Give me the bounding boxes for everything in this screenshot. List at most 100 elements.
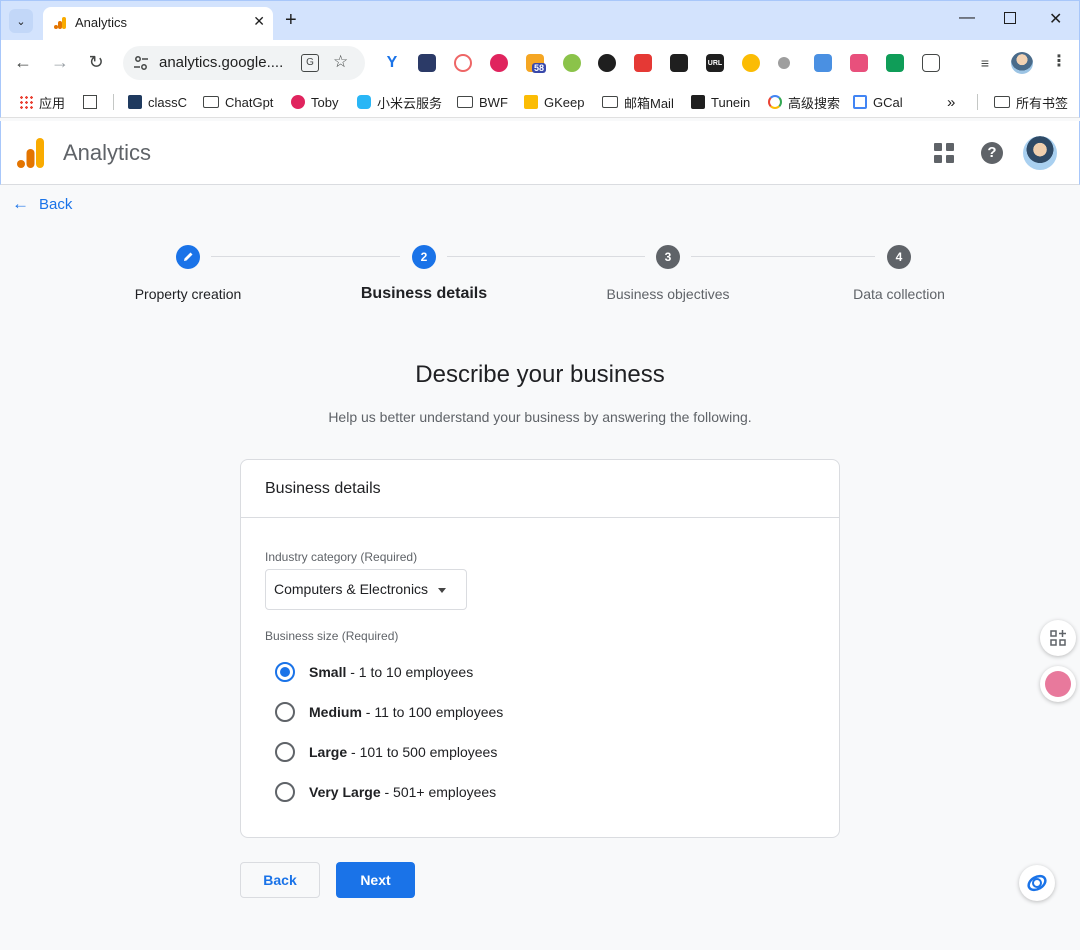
step-connector xyxy=(691,256,875,257)
bookmark-label: classC xyxy=(148,94,188,110)
translate-icon[interactable]: G xyxy=(301,54,319,72)
industry-category-select[interactable]: Computers & Electronics xyxy=(265,569,467,610)
size-option-small[interactable]: Small - 1 to 10 employees xyxy=(275,660,473,684)
bookmark-advanced-search[interactable]: 高级搜索 xyxy=(768,92,840,112)
app-name[interactable]: Analytics xyxy=(63,140,151,166)
extension-tab-icon[interactable] xyxy=(670,54,688,72)
radio-button[interactable] xyxy=(275,782,295,802)
next-button[interactable]: Next xyxy=(336,862,415,898)
browser-profile-avatar[interactable] xyxy=(1011,52,1033,74)
extension-gauge-icon[interactable] xyxy=(742,54,760,72)
size-option-medium[interactable]: Medium - 11 to 100 employees xyxy=(275,700,503,724)
size-option-large[interactable]: Large - 101 to 500 employees xyxy=(275,740,497,764)
bookmark-separator xyxy=(113,94,114,110)
address-bar[interactable]: analytics.google.... G ☆ xyxy=(123,46,365,80)
extension-flag-icon[interactable] xyxy=(634,54,652,72)
radio-button-checked[interactable] xyxy=(275,662,295,682)
google-g-icon xyxy=(768,95,782,109)
tab-close-icon[interactable]: ✕ xyxy=(253,13,265,30)
back-button[interactable]: Back xyxy=(240,862,320,898)
floating-translate-icon[interactable] xyxy=(1040,666,1076,702)
extensions-puzzle-icon[interactable] xyxy=(922,54,940,72)
new-tab-icon[interactable]: + xyxy=(285,9,297,31)
extension-rss-icon[interactable]: 58 xyxy=(526,54,547,73)
media-control-icon[interactable]: ≡ xyxy=(976,54,994,72)
step-4-label: Data collection xyxy=(853,286,945,302)
extension-translate-icon[interactable] xyxy=(850,54,868,72)
tab-title: Analytics xyxy=(75,15,128,30)
site-info-icon[interactable] xyxy=(133,55,149,71)
back-nav-icon[interactable]: ← xyxy=(13,52,33,72)
extension-s-icon[interactable] xyxy=(598,54,616,72)
bookmark-tunein[interactable]: Tunein xyxy=(691,92,750,112)
browser-tab[interactable]: Analytics ✕ xyxy=(43,7,273,41)
step-3-circle: 3 xyxy=(656,245,680,269)
extension-toby-icon[interactable] xyxy=(490,54,508,72)
browser-menu-icon[interactable]: ⋮ xyxy=(1051,51,1067,71)
extension-y-icon[interactable]: Y xyxy=(383,54,401,72)
radio-button[interactable] xyxy=(275,702,295,722)
apps-dots-icon xyxy=(19,95,33,109)
extension-cloud-icon[interactable] xyxy=(814,54,832,72)
apps-grid-icon[interactable] xyxy=(934,143,954,163)
step-2-label: Business details xyxy=(360,285,488,302)
bookmark-mail[interactable]: 邮箱Mail xyxy=(602,92,674,112)
step-1-label[interactable]: Property creation xyxy=(135,286,242,302)
bookmark-bwf[interactable]: BWF xyxy=(457,92,508,112)
tab-search-chevron-icon[interactable]: ⌄ xyxy=(9,9,33,33)
extension-bike-icon[interactable] xyxy=(563,54,581,72)
assistant-ring-icon xyxy=(1027,874,1047,892)
industry-label: Industry category (Required) xyxy=(265,550,418,564)
step-1-edit-icon[interactable] xyxy=(176,245,200,269)
bookmark-label: 邮箱Mail xyxy=(624,95,674,111)
minimize-icon[interactable]: — xyxy=(959,9,975,27)
maximize-icon[interactable] xyxy=(1004,12,1016,24)
back-link-label: Back xyxy=(39,195,73,213)
bookmark-gcal[interactable]: GCal xyxy=(853,92,903,112)
extension-url-icon[interactable]: URL xyxy=(706,54,724,72)
folder-icon xyxy=(457,96,473,108)
cloud-icon xyxy=(357,95,371,109)
bookmark-gkeep[interactable]: GKeep xyxy=(524,92,584,112)
reload-icon[interactable]: ↻ xyxy=(86,52,106,72)
floating-scan-icon[interactable] xyxy=(1040,620,1076,656)
bookmark-chatgpt[interactable]: ChatGpt xyxy=(203,92,273,112)
floating-assistant-icon[interactable] xyxy=(1019,865,1055,901)
extension-pin-icon[interactable] xyxy=(454,54,472,72)
help-icon[interactable]: ? xyxy=(981,142,1003,164)
bookmark-classc[interactable]: classC xyxy=(128,92,187,112)
extension-sheets-icon[interactable] xyxy=(886,54,904,72)
business-size-label: Business size (Required) xyxy=(265,629,399,643)
step-3-label: Business objectives xyxy=(606,286,730,302)
size-option-very-large[interactable]: Very Large - 501+ employees xyxy=(275,780,496,804)
folder-icon xyxy=(994,96,1010,108)
extension-dot-icon[interactable] xyxy=(778,57,790,69)
bookmark-apps[interactable]: 应用 xyxy=(19,92,65,112)
tunein-icon xyxy=(691,95,705,109)
bookmark-label: GCal xyxy=(873,94,903,110)
extension-library-icon[interactable] xyxy=(418,54,436,72)
size-option-name: Large xyxy=(309,744,348,760)
radio-button[interactable] xyxy=(275,742,295,762)
more-bookmarks-icon[interactable]: » xyxy=(947,92,955,112)
arrow-left-icon: ← xyxy=(12,194,29,213)
bookmark-star-icon[interactable]: ☆ xyxy=(333,52,348,72)
bookmark-toby[interactable]: Toby xyxy=(291,92,338,112)
window-close-icon[interactable]: ✕ xyxy=(1049,9,1062,29)
bookmark-tab-groups[interactable] xyxy=(83,92,103,112)
step-connector xyxy=(447,256,645,257)
analytics-favicon-icon xyxy=(54,17,66,29)
bookmark-label: 应用 xyxy=(39,95,66,111)
step-2-circle: 2 xyxy=(412,245,436,269)
analytics-logo-icon[interactable] xyxy=(17,137,45,169)
size-option-desc: - 501+ employees xyxy=(380,784,497,800)
business-details-card: Business details Industry category (Requ… xyxy=(240,459,840,838)
forward-nav-icon[interactable]: → xyxy=(50,52,70,72)
size-option-desc: - 1 to 10 employees xyxy=(346,664,474,680)
bookmark-all[interactable]: 所有书签 xyxy=(994,92,1068,112)
back-link[interactable]: ← Back xyxy=(12,194,72,214)
browser-tab-strip: ⌄ Analytics ✕ + — ✕ xyxy=(0,0,1080,41)
bookmark-xiaomi-cloud[interactable]: 小米云服务 xyxy=(357,92,442,112)
bookmarks-bar: 应用 classC ChatGpt Toby 小米云服务 BWF GKeep 邮… xyxy=(0,86,1080,118)
account-avatar[interactable] xyxy=(1023,136,1057,170)
